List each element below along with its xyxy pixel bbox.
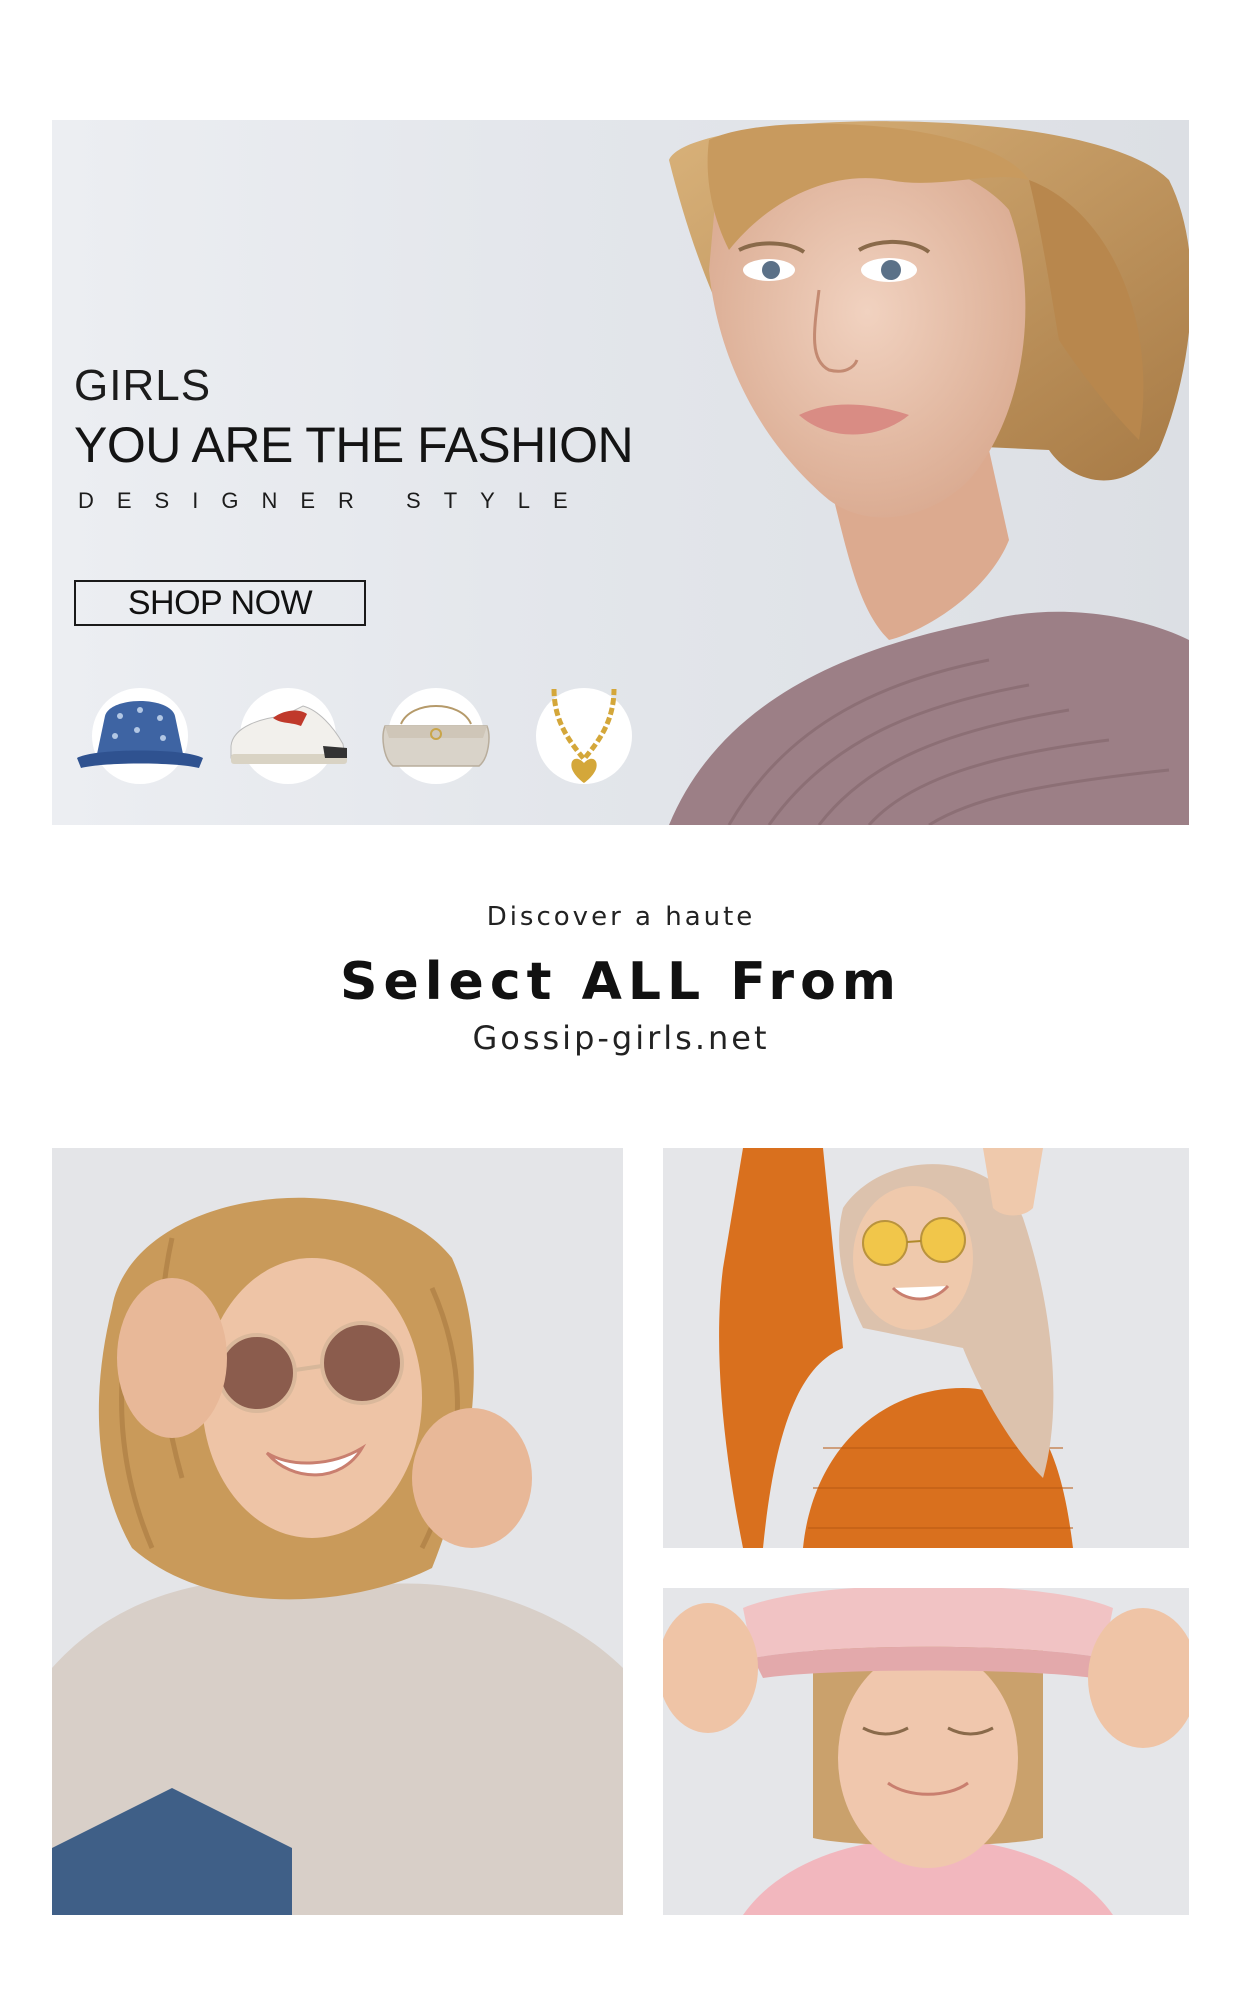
section-eyebrow: Discover a haute xyxy=(486,902,756,932)
product-bucket-hat[interactable] xyxy=(77,688,203,784)
hero-banner: GIRLS YOU ARE THE FASHION DESIGNER STYLE… xyxy=(52,120,1189,825)
model-sunglasses-photo xyxy=(52,1148,623,1915)
shop-now-button[interactable]: SHOP NOW xyxy=(74,580,366,626)
section-heading: Discover a haute Select ALL From Gossip-… xyxy=(0,900,1242,1058)
section-title: Select ALL From xyxy=(340,952,902,1012)
gallery-tile-orange-sweater[interactable] xyxy=(663,1148,1189,1548)
hero-subline: DESIGNER STYLE xyxy=(78,488,591,513)
gallery-tile-sunglasses[interactable] xyxy=(52,1148,623,1915)
bucket-hat-icon xyxy=(77,701,203,768)
model-pink-cap-photo xyxy=(663,1588,1189,1915)
sneaker-icon xyxy=(230,705,347,764)
model-orange-sweater-photo xyxy=(663,1148,1189,1548)
product-sneaker[interactable] xyxy=(230,688,347,784)
hero-headline: YOU ARE THE FASHION xyxy=(74,417,634,473)
heart-necklace-icon xyxy=(551,688,617,783)
product-thumbnails xyxy=(77,688,632,784)
handbag-icon xyxy=(382,705,490,767)
site-name[interactable]: Gossip-girls.net xyxy=(0,1018,1242,1058)
product-handbag[interactable] xyxy=(382,688,490,784)
hero-kicker: GIRLS xyxy=(74,361,212,410)
product-necklace[interactable] xyxy=(536,688,632,784)
gallery-tile-pink-cap[interactable] xyxy=(663,1588,1189,1915)
hero-text-block: GIRLS YOU ARE THE FASHION DESIGNER STYLE xyxy=(74,360,634,516)
